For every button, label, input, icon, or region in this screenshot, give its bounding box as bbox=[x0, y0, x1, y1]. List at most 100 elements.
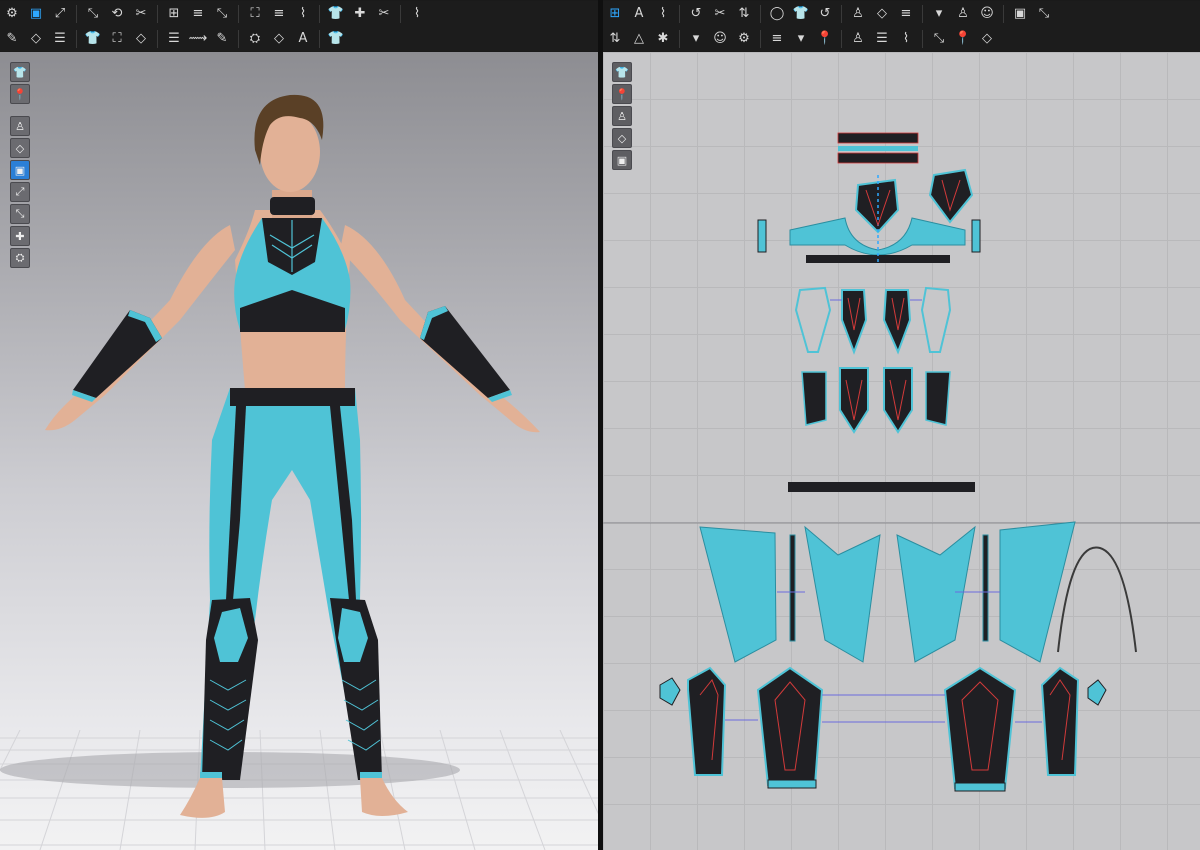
button-icon[interactable]: ⟿ bbox=[186, 28, 210, 50]
avatar-view-icon[interactable]: ▣ bbox=[10, 160, 30, 180]
body-icon[interactable]: ✚ bbox=[348, 3, 372, 25]
sleeve-pieces[interactable] bbox=[794, 286, 952, 434]
circle-icon[interactable]: ⇅ bbox=[732, 3, 756, 25]
shirt-2d-icon[interactable]: ⚙ bbox=[732, 28, 756, 50]
fold-arrange-icon[interactable]: ☺ bbox=[708, 28, 732, 50]
garment-cube-icon[interactable]: 👕 bbox=[10, 62, 30, 82]
bra-strap-right[interactable] bbox=[971, 219, 981, 253]
tape-icon[interactable]: A bbox=[291, 28, 315, 50]
select-move-icon[interactable]: ▣ bbox=[24, 3, 48, 25]
elastic-icon[interactable]: 👕 bbox=[324, 28, 348, 50]
cube-icon[interactable]: ◇ bbox=[612, 128, 632, 148]
curve-point-icon[interactable]: ✱ bbox=[651, 28, 675, 50]
pattern-window-2d[interactable]: 👕 📍 ♙ ◇ ▣ bbox=[603, 52, 1200, 850]
puckering-icon[interactable]: ☰ bbox=[162, 28, 186, 50]
avatar-icon[interactable]: ✂ bbox=[372, 3, 396, 25]
toolbar-separator bbox=[841, 29, 842, 48]
tack-icon[interactable]: ≡ bbox=[186, 3, 210, 25]
disabled-icon[interactable]: ▣ bbox=[612, 150, 632, 170]
toolbar-separator bbox=[400, 4, 401, 23]
trace-icon[interactable]: ▾ bbox=[684, 28, 708, 50]
arrange-icon[interactable]: ✂ bbox=[129, 3, 153, 25]
pen-icon[interactable]: 👕 bbox=[612, 62, 632, 82]
globe-view-icon[interactable]: ⛭ bbox=[10, 248, 30, 268]
free-sew-icon[interactable]: ▾ bbox=[789, 28, 813, 50]
bra-center-panel[interactable] bbox=[854, 178, 900, 234]
right-sleeve[interactable] bbox=[420, 306, 510, 398]
edit-curve-icon[interactable]: ⇅ bbox=[603, 28, 627, 50]
texture-view-icon[interactable]: ⤢ bbox=[10, 182, 30, 202]
annotation-icon[interactable]: ♙ bbox=[951, 3, 975, 25]
buttonhole-icon[interactable]: ✎ bbox=[210, 28, 234, 50]
pin-icon[interactable]: ⤡ bbox=[210, 3, 234, 25]
toolbar-separator bbox=[157, 29, 158, 48]
toolbar-separator bbox=[319, 4, 320, 23]
length-icon[interactable]: ⌇ bbox=[894, 28, 918, 50]
segment-sew-icon[interactable]: 👕 bbox=[789, 3, 813, 25]
avatar-model[interactable] bbox=[0, 52, 598, 850]
rotate-icon[interactable]: ⊞ bbox=[162, 3, 186, 25]
zipper-icon[interactable]: ⛭ bbox=[243, 28, 267, 50]
texture-icon[interactable]: ♙ bbox=[846, 3, 870, 25]
tape-measure-icon[interactable]: ☰ bbox=[870, 28, 894, 50]
fabric-view-icon[interactable]: ♙ bbox=[10, 116, 30, 136]
avatar-measure-icon[interactable]: ≡ bbox=[267, 3, 291, 25]
shade-view-icon[interactable]: ⤡ bbox=[10, 204, 30, 224]
pattern-canvas[interactable] bbox=[603, 52, 1200, 850]
grid-icon[interactable]: ☺ bbox=[975, 3, 999, 25]
brush-icon[interactable]: ⛶ bbox=[243, 3, 267, 25]
sewing-icon[interactable]: ◇ bbox=[24, 28, 48, 50]
layer-icon[interactable]: 📍 bbox=[951, 28, 975, 50]
skin-view-icon[interactable]: ✚ bbox=[10, 226, 30, 246]
topstitch-icon[interactable]: ◇ bbox=[129, 28, 153, 50]
hanger-icon[interactable]: ⌇ bbox=[291, 3, 315, 25]
fitting-icon[interactable]: 👕 bbox=[324, 3, 348, 25]
internal-shape-icon[interactable]: ✂ bbox=[708, 3, 732, 25]
needle-icon[interactable]: ☰ bbox=[48, 28, 72, 50]
legging-panels[interactable] bbox=[699, 521, 1076, 663]
edit-seam-icon[interactable]: ⛶ bbox=[105, 28, 129, 50]
bra-strap-left[interactable] bbox=[757, 219, 767, 253]
viewport-3d[interactable]: 👕 📍 ♙ ◇ ▣ ⤢ ⤡ ✚ ⛭ bbox=[0, 52, 598, 850]
collar[interactable] bbox=[270, 197, 315, 215]
collar-strips[interactable] bbox=[837, 132, 919, 164]
add-point-icon[interactable]: △ bbox=[627, 28, 651, 50]
notch-icon[interactable]: ↺ bbox=[813, 3, 837, 25]
transform-icon[interactable]: ⤢ bbox=[48, 3, 72, 25]
fabric-icon[interactable]: ▣ bbox=[1008, 3, 1032, 25]
toolbar-gap bbox=[10, 106, 30, 114]
waistband-piece[interactable] bbox=[788, 482, 975, 492]
pointer-menu-icon[interactable]: ⚙ bbox=[0, 3, 24, 25]
measure-icon[interactable]: ♙ bbox=[846, 28, 870, 50]
check-sew-icon[interactable]: 📍 bbox=[813, 28, 837, 50]
walk-icon[interactable]: ✎ bbox=[0, 28, 24, 50]
shirt-view-icon[interactable]: 📍 bbox=[10, 84, 30, 104]
scissors-icon[interactable]: 👕 bbox=[81, 28, 105, 50]
settings-icon[interactable]: ◇ bbox=[975, 28, 999, 50]
waistband[interactable] bbox=[230, 388, 355, 406]
grading-icon[interactable]: ≡ bbox=[894, 3, 918, 25]
transform-pattern-icon[interactable]: ⊞ bbox=[603, 3, 627, 25]
dart-icon[interactable]: ◯ bbox=[765, 3, 789, 25]
bra-back-panel[interactable] bbox=[928, 168, 974, 224]
info-icon[interactable]: ♙ bbox=[612, 106, 632, 126]
ruler-icon[interactable]: ◇ bbox=[870, 3, 894, 25]
waist-elastic[interactable] bbox=[1057, 546, 1137, 653]
rectangle-icon[interactable]: ↺ bbox=[684, 3, 708, 25]
strap-icon[interactable]: ◇ bbox=[267, 28, 291, 50]
garment-icon[interactable]: ⤡ bbox=[81, 3, 105, 25]
text-icon[interactable]: ▾ bbox=[927, 3, 951, 25]
shin-guard-pieces[interactable] bbox=[659, 666, 1107, 789]
animation-icon[interactable]: ⌇ bbox=[405, 3, 429, 25]
zigzag-icon[interactable]: ⤡ bbox=[927, 28, 951, 50]
avatar-2d-icon[interactable]: ⤡ bbox=[1032, 3, 1056, 25]
polygon-icon[interactable]: ⌇ bbox=[651, 3, 675, 25]
brush-view-icon[interactable]: ◇ bbox=[10, 138, 30, 158]
edit-pattern-icon[interactable]: A bbox=[627, 3, 651, 25]
pattern-sew-icon[interactable]: ≡ bbox=[765, 28, 789, 50]
toolbar-separator bbox=[319, 29, 320, 48]
shirt-icon[interactable]: 📍 bbox=[612, 84, 632, 104]
cuff-piece-right[interactable] bbox=[954, 782, 1006, 792]
cuff-piece-left[interactable] bbox=[767, 779, 817, 789]
fold-icon[interactable]: ⟲ bbox=[105, 3, 129, 25]
